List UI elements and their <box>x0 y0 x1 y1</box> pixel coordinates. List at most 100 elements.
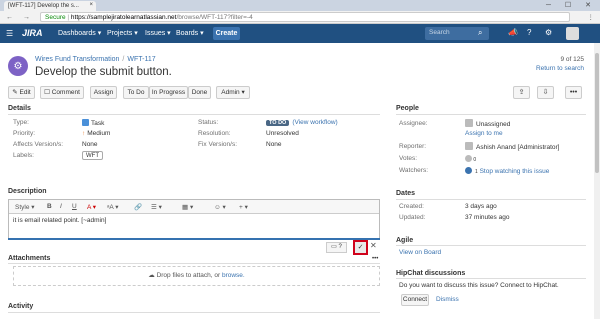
votes-label: Votes: <box>399 155 418 162</box>
affects-value[interactable]: None <box>82 141 98 148</box>
insert-more-icon[interactable]: + ▾ <box>239 203 248 211</box>
jira-logo[interactable]: JIRA <box>22 28 43 38</box>
created-label: Created: <box>399 203 424 210</box>
nav-projects[interactable]: Projects ▾ <box>107 29 138 37</box>
browser-menu-icon[interactable]: ⋮ <box>588 13 595 21</box>
table-icon[interactable]: ▦ ▾ <box>182 203 193 211</box>
connect-button[interactable]: Connect <box>401 294 429 306</box>
url-field[interactable]: Secure | https://samplejiratolearnatlass… <box>40 12 570 22</box>
app-switcher-icon[interactable]: ☰ <box>6 29 13 38</box>
underline-icon[interactable]: U <box>72 203 77 210</box>
assign-button[interactable]: Assign <box>90 86 117 99</box>
style-dropdown[interactable]: Style ▾ <box>15 203 35 211</box>
list-icon[interactable]: ☰ ▾ <box>151 203 162 211</box>
in-progress-button[interactable]: In Progress <box>149 86 188 99</box>
editor-mode-icons[interactable]: ▭ ? <box>326 242 347 253</box>
done-button[interactable]: Done <box>188 86 211 99</box>
notifications-icon[interactable]: 📣 <box>508 28 518 37</box>
cancel-close-icon[interactable]: ✕ <box>370 241 377 250</box>
type-value[interactable]: Task <box>82 119 104 127</box>
breadcrumb-project[interactable]: Wires Fund Transformation <box>35 56 119 63</box>
bold-icon[interactable]: B <box>47 203 52 210</box>
label-chip[interactable]: WFT <box>82 151 103 160</box>
updated-label: Updated: <box>399 214 426 221</box>
attachment-dropzone[interactable]: ☁ Drop files to attach, or browse. <box>13 266 380 286</box>
resolution-value: Unresolved <box>266 130 299 137</box>
drop-text: Drop files to attach, or <box>156 272 221 279</box>
people-divider <box>396 114 586 115</box>
watchers-value[interactable]: 1 Stop watching this issue <box>465 167 549 175</box>
browse-link[interactable]: browse. <box>222 272 245 279</box>
create-button[interactable]: Create <box>213 27 240 40</box>
affects-label: Affects Version/s: <box>13 141 64 148</box>
status-lozenge: TO DO <box>266 120 290 126</box>
more-formatting-icon[interactable]: ᵃA ▾ <box>107 203 118 211</box>
assignee-value[interactable]: Unassigned <box>465 119 510 128</box>
admin-dropdown[interactable]: Admin ▾ <box>216 86 250 99</box>
dates-divider <box>396 199 586 200</box>
attachments-more-icon[interactable]: ••• <box>372 256 378 262</box>
description-heading: Description <box>8 188 47 195</box>
todo-button[interactable]: To Do <box>123 86 149 99</box>
italic-icon[interactable]: I <box>60 203 62 210</box>
fix-version-label: Fix Version/s: <box>198 141 238 148</box>
reporter-label: Reporter: <box>399 143 427 150</box>
editor-toolbar: Style ▾ B I U A ▾ ᵃA ▾ 🔗 ☰ ▾ ▦ ▾ ☺ ▾ + ▾ <box>9 200 379 214</box>
return-to-search-link[interactable]: Return to search <box>536 65 584 72</box>
type-label: Type: <box>13 119 29 126</box>
breadcrumb-issue-key[interactable]: WFT-117 <box>127 56 155 63</box>
emoji-icon[interactable]: ☺ ▾ <box>214 203 226 211</box>
nav-dashboards[interactable]: Dashboards ▾ <box>58 29 101 37</box>
dismiss-link[interactable]: Dismiss <box>436 296 459 303</box>
nav-issues[interactable]: Issues ▾ <box>145 29 171 37</box>
assign-to-me-link[interactable]: Assign to me <box>465 130 503 137</box>
status-value: TO DO (View workflow) <box>266 119 338 126</box>
fix-version-value[interactable]: None <box>266 141 282 148</box>
view-on-board-link[interactable]: View on Board <box>399 249 441 256</box>
edit-button[interactable]: ✎ Edit <box>8 86 35 99</box>
issue-summary[interactable]: Develop the submit button. <box>35 66 172 78</box>
text-color-icon[interactable]: A ▾ <box>87 203 96 211</box>
status-label: Status: <box>198 119 219 126</box>
share-icon[interactable]: ⇪ <box>513 86 530 99</box>
link-icon[interactable]: 🔗 <box>134 203 142 211</box>
help-icon[interactable]: ? <box>527 28 531 37</box>
assignee-text: Unassigned <box>476 121 511 128</box>
created-value: 3 days ago <box>465 203 497 210</box>
save-checkmark-button[interactable]: ✓ <box>353 240 368 255</box>
cloud-upload-icon: ☁ <box>148 272 157 279</box>
hipchat-divider <box>396 278 586 279</box>
jira-top-nav: ☰ JIRA Dashboards ▾ Projects ▾ Issues ▾ … <box>0 24 600 43</box>
agile-heading: Agile <box>396 237 414 244</box>
votes-count: 0 <box>473 157 477 163</box>
type-text: Task <box>91 120 105 127</box>
url-path: /browse/WFT-117?filter=-4 <box>176 14 253 21</box>
reporter-value[interactable]: Ashish Anand [Administrator] <box>465 142 559 151</box>
comment-button[interactable]: ☐ Comment <box>40 86 84 99</box>
page-scrollbar[interactable] <box>594 43 600 319</box>
description-text[interactable]: it is email related point. [~admin] <box>13 217 106 224</box>
assignee-avatar <box>465 119 473 127</box>
gear-icon[interactable]: ⚙ <box>545 28 552 37</box>
scrollbar-thumb[interactable] <box>595 53 599 173</box>
user-avatar[interactable] <box>566 27 579 40</box>
browser-tab[interactable]: [WFT-117] Develop the s... × <box>4 1 96 11</box>
updated-value: 37 minutes ago <box>465 214 510 221</box>
export-icon[interactable]: ⇩ <box>537 86 554 99</box>
search-icon: ⌕ <box>478 28 483 37</box>
resolution-label: Resolution: <box>198 130 231 137</box>
window-controls[interactable]: ─ ☐ ✕ <box>546 1 597 9</box>
project-avatar-icon[interactable]: ⚙ <box>8 56 28 76</box>
reporter-text: Ashish Anand [Administrator] <box>476 144 560 151</box>
view-workflow-link[interactable]: (View workflow) <box>292 119 337 126</box>
stop-watching-link[interactable]: Stop watching this issue <box>480 168 550 175</box>
browser-tab-strip: [WFT-117] Develop the s... × ─ ☐ ✕ <box>0 0 600 11</box>
votes-value[interactable]: 0 <box>465 155 476 163</box>
priority-value[interactable]: ↑ Medium <box>82 130 110 137</box>
people-heading: People <box>396 105 419 112</box>
issue-header: ⚙ Wires Fund Transformation / WFT-117 Deve… <box>8 53 592 85</box>
reporter-avatar <box>465 142 473 150</box>
more-actions-icon[interactable]: ••• <box>565 86 582 99</box>
nav-boards[interactable]: Boards ▾ <box>176 29 204 37</box>
tab-close-icon[interactable]: × <box>89 2 93 8</box>
